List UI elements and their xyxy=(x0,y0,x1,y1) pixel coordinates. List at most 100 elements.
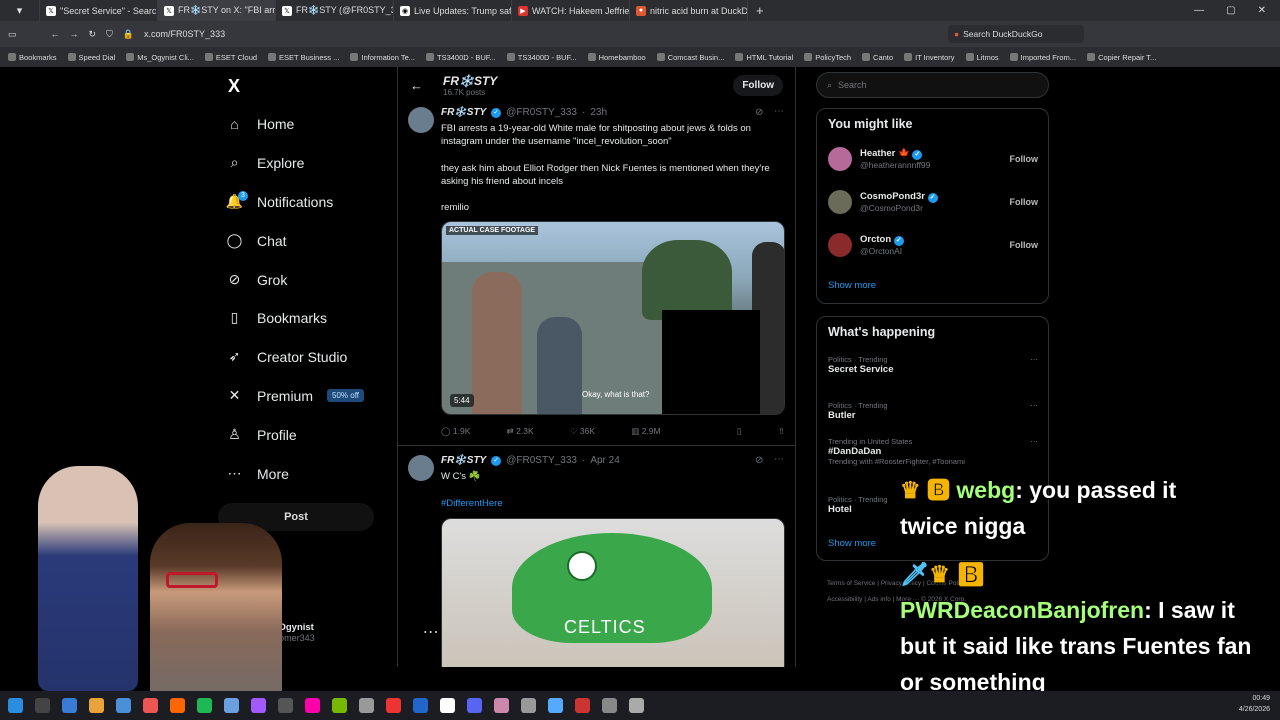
avatar[interactable] xyxy=(828,233,852,257)
bookmark-item[interactable]: Ms_Ogynist Cli... xyxy=(126,53,194,62)
taskbar-app-icon[interactable] xyxy=(548,698,563,713)
taskbar-app-icon[interactable] xyxy=(440,698,455,713)
tweet-time[interactable]: 23h xyxy=(590,107,607,118)
trend-item[interactable]: Trending in United States #DanDaDan Trendi… xyxy=(828,437,1038,466)
avatar[interactable] xyxy=(408,455,434,481)
back-arrow-icon[interactable]: ← xyxy=(410,78,423,93)
video-player[interactable]: ACTUAL CASE FOOTAGE Okay, what is that? … xyxy=(441,221,785,415)
more-icon[interactable]: ⋯ xyxy=(1030,401,1038,410)
grok-icon[interactable]: ⊘ xyxy=(755,107,763,118)
bookmark-item[interactable]: TS3400D - BUF... xyxy=(426,53,496,62)
taskbar-app-icon[interactable] xyxy=(251,698,266,713)
nav-item-premium[interactable]: ✕ Premium 50% off xyxy=(226,387,364,404)
bookmark-item[interactable]: Litmos xyxy=(965,53,999,62)
taskbar-app-icon[interactable] xyxy=(224,698,239,713)
browser-tab[interactable]: ◉Live Updates: Trump safe at✕ xyxy=(394,0,512,21)
bookmark-item[interactable]: Imported From... xyxy=(1009,53,1076,62)
taskbar-app-icon[interactable] xyxy=(116,698,131,713)
minimize-icon[interactable]: — xyxy=(1194,5,1204,16)
nav-item-chat[interactable]: ◯ Chat xyxy=(226,232,287,249)
nav-item-more[interactable]: ⋯ More xyxy=(226,465,289,482)
bookmark-item[interactable]: Bookmarks xyxy=(8,53,57,62)
taskbar-app-icon[interactable] xyxy=(89,698,104,713)
x-logo-icon[interactable]: X xyxy=(228,76,240,97)
browser-tab[interactable]: 𝕏FR❄️STY on X: "FBI arrests✕ xyxy=(158,0,276,21)
suggested-account[interactable]: CosmoPond3r ✓ @CosmoPond3r Follow xyxy=(828,190,1038,214)
bookmark-item[interactable]: Comcast Busin... xyxy=(656,53,724,62)
follow-button[interactable]: Follow xyxy=(1010,197,1039,207)
avatar[interactable] xyxy=(828,190,852,214)
taskbar-app-icon[interactable] xyxy=(575,698,590,713)
nav-item-home[interactable]: ⌂ Home xyxy=(226,115,294,132)
system-clock[interactable]: 00:49 4/26/2026 xyxy=(1239,693,1270,715)
bookmark-button[interactable]: ▯ xyxy=(737,426,742,437)
forward-icon[interactable]: → xyxy=(70,29,79,39)
suggested-account[interactable]: Orcton ✓ @OrctonAI Follow xyxy=(828,233,1038,257)
reload-icon[interactable]: ↻ xyxy=(89,29,97,40)
bookmark-item[interactable]: Canto xyxy=(862,53,893,62)
taskbar-app-icon[interactable] xyxy=(386,698,401,713)
taskbar-app-icon[interactable] xyxy=(197,698,212,713)
taskbar-app-icon[interactable] xyxy=(413,698,428,713)
window-controls[interactable]: — ▢ ✕ xyxy=(1194,5,1280,16)
repost-button[interactable]: ⇄ 2.3K xyxy=(507,426,534,437)
back-icon[interactable]: ← xyxy=(51,29,60,39)
new-tab-button[interactable]: + xyxy=(748,3,772,18)
more-icon[interactable]: ⋯ xyxy=(774,106,784,117)
shield-icon[interactable]: ⛉ xyxy=(106,29,113,40)
search-input[interactable]: ⌕ Search xyxy=(816,72,1049,98)
tweet[interactable]: FR❄️STY ✓ @FR0STY_333 · Apr 24 ⊘ ⋯ W C's… xyxy=(398,453,795,667)
nav-item-bookmarks[interactable]: ▯ Bookmarks xyxy=(226,309,327,326)
grok-icon[interactable]: ⊘ xyxy=(755,455,763,466)
maximize-icon[interactable]: ▢ xyxy=(1226,5,1235,16)
trend-item[interactable]: Politics · Trending Butler ⋯ xyxy=(828,401,1038,421)
url-field[interactable]: x.com/FR0STY_333 xyxy=(144,29,225,39)
taskbar-app-icon[interactable] xyxy=(62,698,77,713)
nav-item-profile[interactable]: ♙ Profile xyxy=(226,426,296,443)
taskbar-app-icon[interactable] xyxy=(494,698,509,713)
reply-button[interactable]: ◯ 1.9K xyxy=(441,426,470,437)
account-name[interactable]: CosmoPond3r ✓ xyxy=(860,191,938,203)
taskbar-app-icon[interactable] xyxy=(305,698,320,713)
windows-start-icon[interactable] xyxy=(8,698,23,713)
browser-tab[interactable]: 𝕏"Secret Service" - Search /✕ xyxy=(40,0,158,21)
author-name[interactable]: FR❄️STY xyxy=(441,455,486,466)
taskbar-app-icon[interactable] xyxy=(629,698,644,713)
tweet-time[interactable]: Apr 24 xyxy=(590,455,619,466)
follow-button[interactable]: Follow xyxy=(1010,154,1039,164)
follow-button[interactable]: Follow xyxy=(1010,240,1039,250)
browser-menu-button[interactable]: ▾ xyxy=(0,0,40,21)
author-handle[interactable]: @FR0STY_333 xyxy=(506,107,577,118)
nav-item-explore[interactable]: ⌕ Explore xyxy=(226,154,305,171)
more-icon[interactable]: ⋯ xyxy=(774,454,784,465)
bookmark-item[interactable]: TS3400D - BUF... xyxy=(506,53,577,62)
account-name[interactable]: Heather 🍁 ✓ xyxy=(860,148,930,160)
share-button[interactable]: ⇧ xyxy=(778,426,785,437)
bookmark-item[interactable]: ESET Business ... xyxy=(268,53,339,62)
bookmark-item[interactable]: PolicyTech xyxy=(804,53,851,62)
like-button[interactable]: ♡ 36K xyxy=(570,426,595,437)
nav-item-creator-studio[interactable]: ➶ Creator Studio xyxy=(226,348,348,365)
author-name[interactable]: FR❄️STY xyxy=(441,107,486,118)
bookmark-item[interactable]: Information Te... xyxy=(350,53,415,62)
taskbar-app-icon[interactable] xyxy=(170,698,185,713)
bookmark-item[interactable]: ESET Cloud xyxy=(204,53,257,62)
trend-item[interactable]: Politics · Trending Secret Service ⋯ xyxy=(828,355,1038,375)
show-more-link[interactable]: Show more xyxy=(828,538,876,549)
account-name[interactable]: Orcton ✓ xyxy=(860,234,904,246)
browser-tab[interactable]: ▶WATCH: Hakeem Jeffries Vo✕ xyxy=(512,0,630,21)
taskbar-app-icon[interactable] xyxy=(521,698,536,713)
tweet-image[interactable]: CELTICS xyxy=(441,518,785,667)
browser-tab[interactable]: ●nitric acid burn at DuckDuc✕ xyxy=(630,0,748,21)
nav-item-grok[interactable]: ⊘ Grok xyxy=(226,271,288,288)
taskbar-app-icon[interactable] xyxy=(467,698,482,713)
tweet[interactable]: FR❄️STY ✓ @FR0STY_333 · 23h ⊘ ⋯ FBI arre… xyxy=(398,104,795,446)
close-window-icon[interactable]: ✕ xyxy=(1258,5,1266,16)
show-more-link[interactable]: Show more xyxy=(828,280,876,291)
follow-button[interactable]: Follow xyxy=(733,75,783,96)
avatar[interactable] xyxy=(828,147,852,171)
bookmark-item[interactable]: Copier Repair T... xyxy=(1087,53,1156,62)
bookmark-item[interactable]: IT Inventory xyxy=(904,53,955,62)
taskbar-app-icon[interactable] xyxy=(332,698,347,713)
hashtag-link[interactable]: #DifferentHere xyxy=(441,497,781,510)
